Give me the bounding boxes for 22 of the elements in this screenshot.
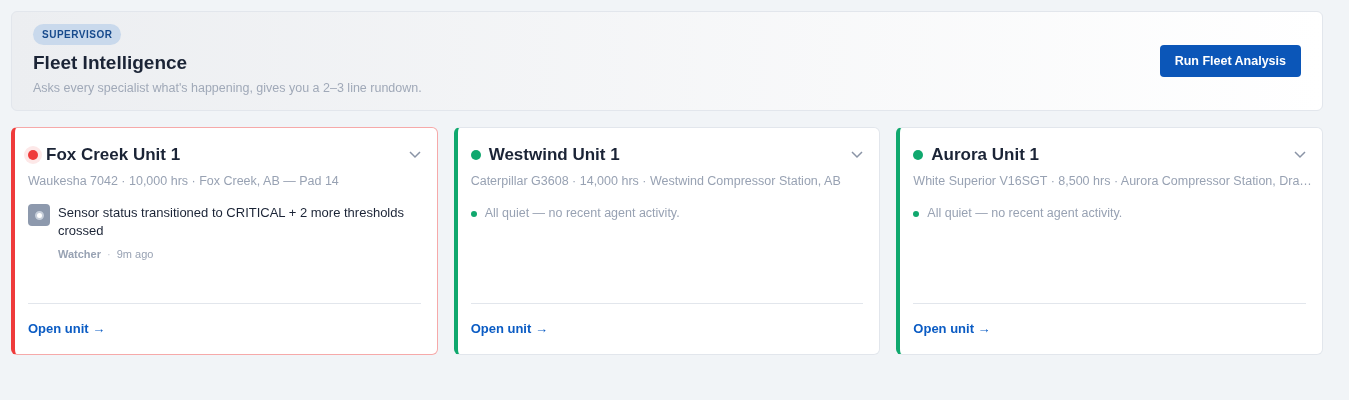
open-unit-link[interactable]: Open unit → (470, 321, 548, 336)
sensor-icon (28, 204, 50, 227)
run-analysis-button[interactable]: Run Fleet Analysis (1159, 45, 1301, 77)
unit-title: Westwind Unit 1 (488, 144, 620, 166)
separator: · (107, 247, 111, 263)
supervisor-badge: SUPERVISOR (33, 23, 122, 45)
chevron-down-icon[interactable] (408, 150, 421, 159)
chevron-down-icon[interactable] (1294, 150, 1306, 159)
open-unit-link[interactable]: Open unit → (913, 321, 991, 336)
quiet-message: All quiet — no recent agent activity. (484, 205, 680, 223)
panel-subtitle: Asks every specialist what's happening, gives you a 2–3 line rundown. (33, 80, 422, 98)
unit-title: Aurora Unit 1 (931, 144, 1039, 166)
open-unit-link[interactable]: Open unit → (28, 321, 106, 336)
panel-title: Fleet Intelligence (33, 50, 188, 75)
unit-details: Caterpillar G3608 · 14,000 hrs · Westwind Compressor Station, AB (470, 172, 842, 190)
chevron-down-icon[interactable] (851, 150, 864, 159)
unit-details: Waukesha 7042 · 10,000 hrs · Fox Creek, AB — Pad 14 (28, 172, 340, 190)
quiet-message: All quiet — no recent agent activity. (927, 205, 1123, 223)
event-message: Sensor status transitioned to CRITICAL + 2 more thresholds crossed (58, 204, 405, 241)
event-time: 9m ago (116, 247, 154, 263)
agent-name: Watcher (58, 247, 101, 263)
unit-title: Fox Creek Unit 1 (46, 144, 181, 166)
